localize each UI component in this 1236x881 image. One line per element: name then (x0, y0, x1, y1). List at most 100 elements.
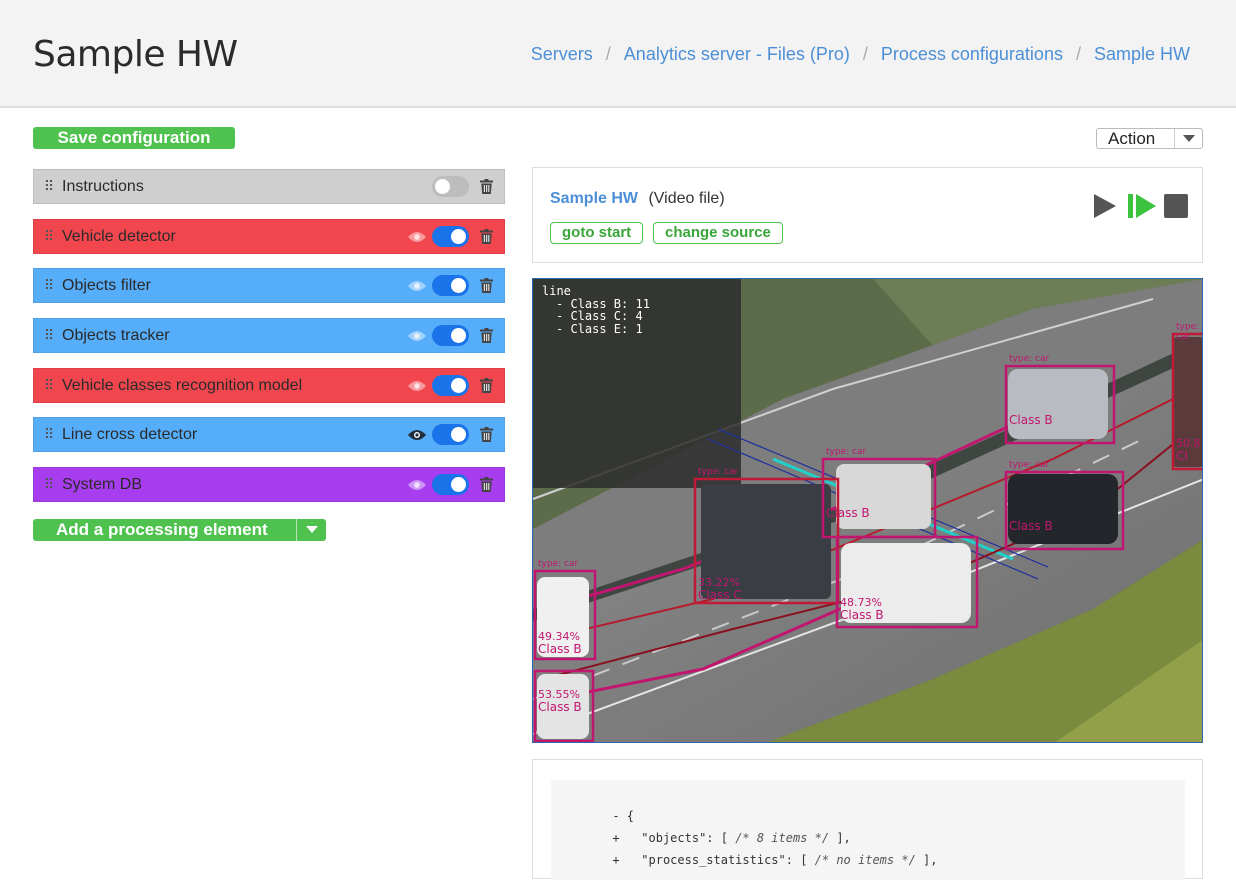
detection-class: Class B (840, 608, 884, 622)
detection-label: type: car 33.22% Class C (698, 467, 742, 601)
enable-toggle[interactable] (432, 474, 469, 495)
drag-handle-icon[interactable]: ⠿ (34, 228, 62, 245)
trash-icon[interactable] (477, 377, 495, 395)
processing-element-label: Objects tracker (62, 326, 170, 344)
breadcrumb-servers[interactable]: Servers (531, 44, 593, 65)
drag-handle-icon[interactable]: ⠿ (34, 426, 62, 443)
json-key: "process_statistics": [ (641, 853, 815, 867)
enable-toggle[interactable] (432, 176, 469, 197)
detection-class: Class B (1009, 519, 1053, 533)
source-name-link[interactable]: Sample HW (550, 190, 638, 207)
detection-label: 53.55% Class B (538, 659, 582, 714)
processing-element-row[interactable]: ⠿ Instructions (33, 169, 505, 204)
toggle-knob (451, 378, 466, 393)
detection-caption: 33.22% Class C (698, 577, 742, 602)
detection-class: Class B (538, 700, 582, 714)
drag-handle-icon[interactable]: ⠿ (34, 327, 62, 344)
toggle-knob (451, 328, 466, 343)
json-expand-toggle[interactable]: + (612, 853, 641, 867)
processing-element-label: Instructions (62, 177, 144, 195)
eye-icon[interactable] (406, 278, 428, 294)
add-processing-element-button[interactable]: Add a processing element (33, 519, 326, 541)
detection-label: type: car Class B (1009, 460, 1053, 532)
enable-toggle[interactable] (432, 424, 469, 445)
page-title: Sample HW (33, 34, 238, 75)
detection-type: type: car (698, 467, 739, 477)
overlay-line: - Class C: 4 (556, 309, 643, 323)
eye-icon[interactable] (406, 328, 428, 344)
detection-label: type: car Class B (826, 447, 870, 519)
toggle-knob (451, 278, 466, 293)
detection-label: type: car Class B (1009, 354, 1053, 426)
breadcrumb-separator: / (605, 44, 611, 64)
detection-caption: Class B (826, 507, 870, 519)
processing-element-label: Vehicle detector (62, 227, 176, 245)
detection-class: Class B (1009, 413, 1053, 427)
breadcrumb-separator: / (862, 44, 868, 64)
eye-icon[interactable] (406, 229, 428, 245)
detection-class: Class B (538, 642, 582, 656)
detection-class: Class B (826, 506, 870, 520)
enable-toggle[interactable] (432, 275, 469, 296)
step-play-icon[interactable] (1128, 194, 1156, 218)
source-title: Sample HW (Video file) (550, 190, 725, 208)
chevron-down-icon[interactable] (296, 519, 326, 541)
processing-element-row[interactable]: ⠿ Vehicle classes recognition model (33, 368, 505, 403)
save-configuration-button[interactable]: Save configuration (33, 127, 235, 149)
drag-handle-icon[interactable]: ⠿ (34, 476, 62, 493)
detection-caption: 48.73% Class B (840, 597, 884, 622)
enable-toggle[interactable] (432, 375, 469, 396)
enable-toggle[interactable] (432, 226, 469, 247)
goto-start-button[interactable]: goto start (550, 222, 644, 244)
detection-type: type: car (1009, 354, 1050, 364)
detection-type: type: car (1009, 460, 1050, 470)
processing-element-label: Line cross detector (62, 425, 198, 443)
processing-element-label: System DB (62, 475, 143, 493)
breadcrumb-process-configurations[interactable]: Process configurations (881, 44, 1063, 65)
detection-caption: Class B (1009, 520, 1053, 532)
json-comment: /* no items */ (814, 853, 916, 867)
drag-handle-icon[interactable]: ⠿ (34, 377, 62, 394)
toggle-knob (435, 179, 450, 194)
detection-label: type: car 49.34% Class B (538, 559, 582, 655)
breadcrumb-analytics-server[interactable]: Analytics server - Files (Pro) (624, 44, 850, 65)
detection-caption: Class B (1009, 414, 1053, 426)
detection-class: Class C (698, 588, 742, 602)
json-output-card: - { + "objects": [ /* 8 items */ ], + "p… (532, 759, 1203, 880)
breadcrumb-current[interactable]: Sample HW (1094, 44, 1190, 65)
trash-icon[interactable] (477, 327, 495, 345)
processing-element-row[interactable]: ⠿ System DB (33, 467, 505, 502)
trash-icon[interactable] (477, 277, 495, 295)
action-dropdown[interactable]: Action (1096, 128, 1203, 149)
line-counter-overlay: line - Class B: 11 - Class C: 4 - Class … (542, 285, 650, 335)
detection-label: 48.73% Class B (840, 525, 884, 622)
processing-element-row[interactable]: ⠿ Objects filter (33, 268, 505, 303)
processing-element-label: Vehicle classes recognition model (62, 376, 303, 394)
action-dropdown-label: Action (1108, 129, 1156, 148)
eye-icon[interactable] (406, 477, 428, 493)
stop-icon[interactable] (1164, 194, 1188, 218)
trash-icon[interactable] (477, 178, 495, 196)
enable-toggle[interactable] (432, 325, 469, 346)
drag-handle-icon[interactable]: ⠿ (34, 277, 62, 294)
processing-element-label: Objects filter (62, 276, 151, 294)
change-source-button[interactable]: change source (653, 222, 783, 244)
detection-label: type: car 50.8 CI (1176, 322, 1202, 462)
overlay-line: - Class E: 1 (556, 321, 643, 336)
processing-element-row[interactable]: ⠿ Vehicle detector (33, 219, 505, 254)
trash-icon[interactable] (477, 228, 495, 246)
video-preview[interactable]: line - Class B: 11 - Class C: 4 - Class … (532, 278, 1203, 743)
processing-element-row[interactable]: ⠿ Line cross detector (33, 417, 505, 452)
detection-class: CI (1176, 449, 1188, 463)
drag-handle-icon[interactable]: ⠿ (34, 178, 62, 195)
eye-icon[interactable] (406, 378, 428, 394)
detection-type: type: car (1176, 322, 1200, 342)
detection-caption: 53.55% Class B (538, 689, 582, 714)
add-processing-element-label: Add a processing element (56, 520, 268, 539)
trash-icon[interactable] (477, 426, 495, 444)
play-icon[interactable] (1092, 194, 1116, 218)
eye-icon[interactable] (406, 427, 428, 443)
trash-icon[interactable] (477, 476, 495, 494)
detection-caption: 50.8 CI (1176, 438, 1202, 463)
processing-element-row[interactable]: ⠿ Objects tracker (33, 318, 505, 353)
